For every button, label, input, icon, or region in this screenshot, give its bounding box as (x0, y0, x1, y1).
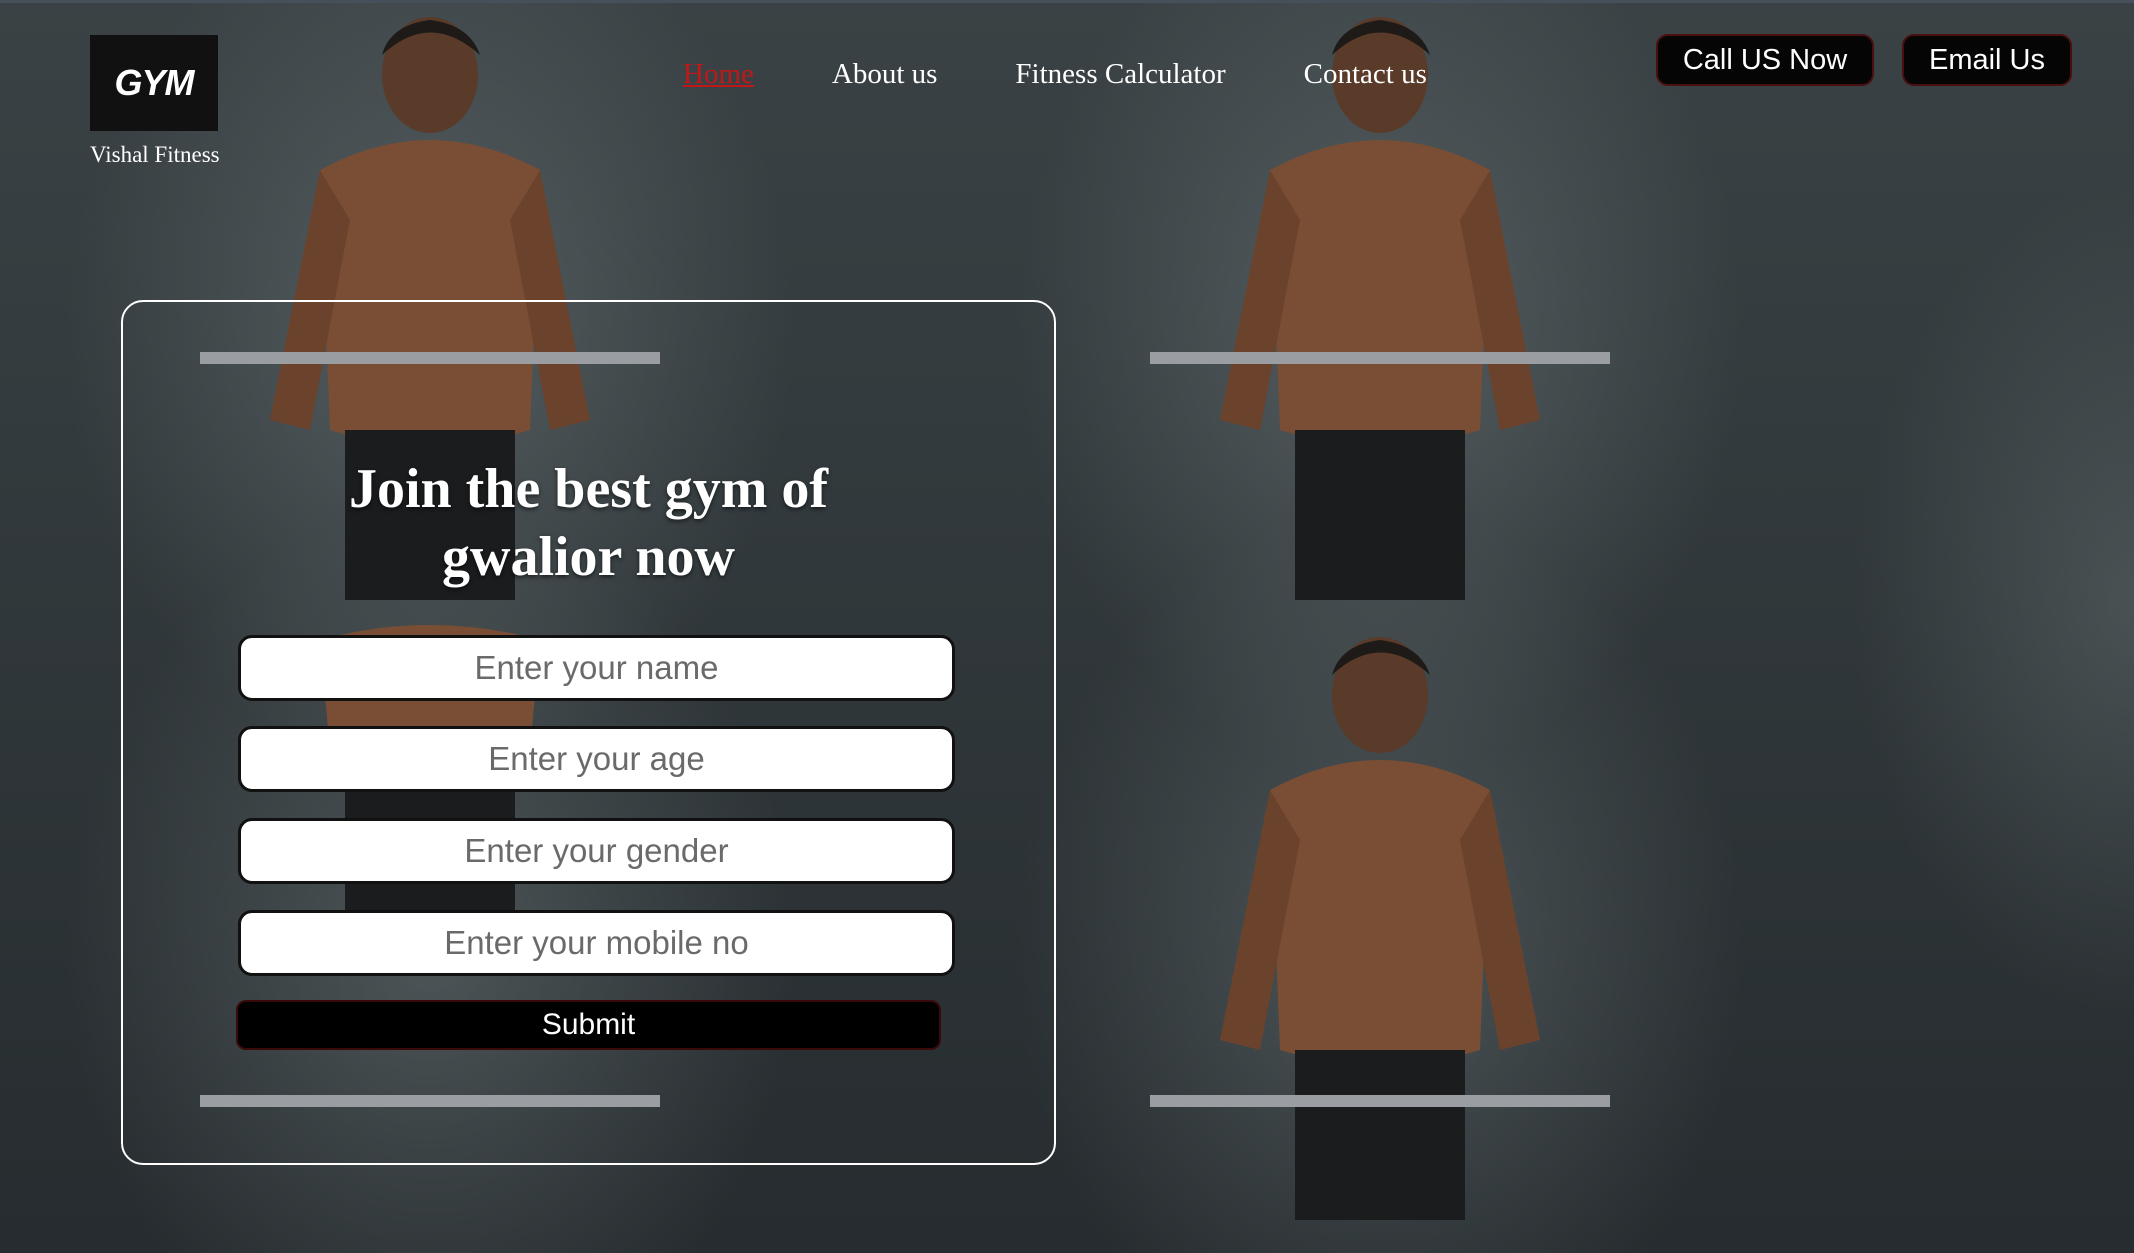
mobile-input[interactable] (238, 910, 955, 976)
call-us-button[interactable]: Call US Now (1656, 34, 1874, 86)
gym-logo-icon: GYM (114, 62, 194, 103)
gym-logo[interactable]: GYM (90, 35, 218, 131)
brand-name: Vishal Fitness (90, 142, 220, 167)
email-us-button[interactable]: Email Us (1902, 34, 2072, 86)
submit-button[interactable]: Submit (236, 1000, 941, 1050)
hero-headline: Join the best gym of gwalior now (121, 455, 1056, 591)
nav-contact-us[interactable]: Contact us (1304, 58, 1427, 91)
name-input[interactable] (238, 635, 955, 701)
nav-fitness-calculator[interactable]: Fitness Calculator (1015, 58, 1225, 91)
age-input[interactable] (238, 726, 955, 792)
main-nav: Home About us Fitness Calculator Contact… (683, 58, 1427, 91)
hero-headline-line2: gwalior now (442, 526, 735, 588)
hero-headline-line1: Join the best gym of (348, 458, 829, 520)
nav-home[interactable]: Home (683, 58, 754, 91)
gender-input[interactable] (238, 818, 955, 884)
background-athlete-image (1150, 620, 1610, 1220)
nav-about-us[interactable]: About us (832, 58, 938, 91)
